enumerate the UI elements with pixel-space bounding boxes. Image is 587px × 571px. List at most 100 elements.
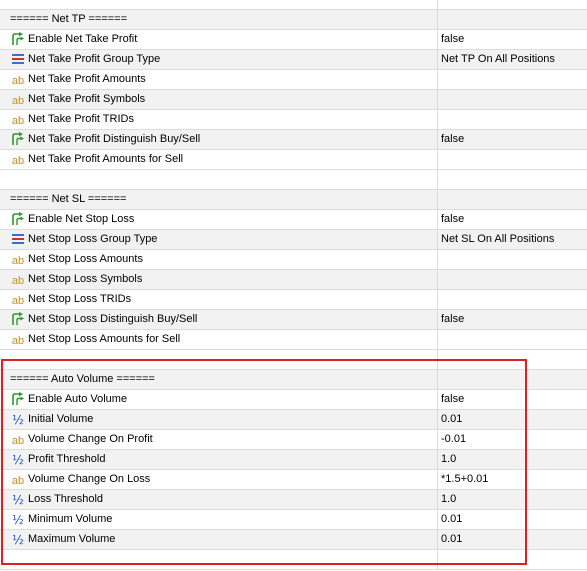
parameter-label: Enable Net Stop Loss	[28, 213, 135, 225]
parameter-value-cell[interactable]: *1.5+0.01	[438, 470, 587, 489]
section-title: ====== Net SL ======	[10, 193, 127, 205]
parameter-value-cell[interactable]: false	[438, 30, 587, 49]
parameter-row[interactable]: ab Net Take Profit Amounts for Sell	[0, 150, 587, 170]
parameter-name-cell: ab Net Stop Loss TRIDs	[0, 290, 438, 309]
parameter-name-cell: ½ Initial Volume	[0, 410, 438, 429]
parameter-row[interactable]: ab Net Stop Loss Symbols	[0, 270, 587, 290]
parameter-row[interactable]: ab Net Take Profit Symbols	[0, 90, 587, 110]
parameter-row[interactable]: Enable Auto Volume false	[0, 390, 587, 410]
parameter-row[interactable]: ½ Initial Volume 0.01	[0, 410, 587, 430]
section-header-row[interactable]: ====== Net TP ======	[0, 10, 587, 30]
string-ab-icon: ab	[11, 274, 25, 287]
section-title: ====== Net TP ======	[10, 13, 128, 25]
parameter-value-cell[interactable]: Net SL On All Positions	[438, 230, 587, 249]
parameter-name-cell: ab Net Take Profit Amounts for Sell	[0, 150, 438, 169]
parameter-value-cell[interactable]	[438, 150, 587, 169]
parameter-row[interactable]: Net Stop Loss Group Type Net SL On All Po…	[0, 230, 587, 250]
string-ab-icon: ab	[11, 294, 25, 307]
toggle-arrow-icon	[10, 211, 26, 226]
parameter-value-cell[interactable]: 0.01	[438, 510, 587, 529]
parameter-row[interactable]: ½ Loss Threshold 1.0	[0, 490, 587, 510]
parameter-row[interactable]: Enable Net Take Profit false	[0, 30, 587, 50]
parameter-label: Volume Change On Loss	[28, 473, 151, 485]
parameter-row[interactable]: ab Net Stop Loss TRIDs	[0, 290, 587, 310]
string-ab-icon: ab	[11, 474, 25, 487]
parameter-row[interactable]: ½ Maximum Volume 0.01	[0, 530, 587, 550]
string-ab-icon: ab	[11, 74, 25, 87]
parameter-value-cell[interactable]: 0.01	[438, 410, 587, 429]
parameter-value-cell[interactable]	[438, 70, 587, 89]
parameter-value-cell[interactable]: 1.0	[438, 490, 587, 509]
parameter-value-cell[interactable]: false	[438, 310, 587, 329]
parameter-value-cell[interactable]: -0.01	[438, 430, 587, 449]
parameter-row[interactable]: Net Take Profit Distinguish Buy/Sell fals…	[0, 130, 587, 150]
parameter-name-cell: Enable Net Take Profit	[0, 30, 438, 49]
parameter-label: Net Take Profit Group Type	[28, 53, 161, 65]
parameter-name-cell: ab Net Take Profit Amounts	[0, 70, 438, 89]
grid-top-spacer	[0, 0, 587, 19]
parameter-name-cell: ab Volume Change On Loss	[0, 470, 438, 489]
string-ab-icon: ab	[11, 434, 25, 447]
parameter-name-cell: Net Take Profit Distinguish Buy/Sell	[0, 130, 438, 149]
parameter-label: Volume Change On Profit	[28, 433, 153, 445]
parameter-label: Net Take Profit Amounts for Sell	[28, 153, 184, 165]
toggle-arrow-icon	[10, 31, 26, 46]
inputs-property-grid: ====== Net TP ====== Enable Net Take Prof…	[0, 0, 587, 570]
parameter-row[interactable]: Net Take Profit Group Type Net TP On All …	[0, 50, 587, 70]
parameter-label: Loss Threshold	[28, 493, 104, 505]
parameter-value-cell[interactable]: false	[438, 210, 587, 229]
parameter-value-cell[interactable]	[438, 110, 587, 129]
toggle-arrow-icon	[10, 131, 26, 146]
parameter-label: Initial Volume	[28, 413, 94, 425]
parameter-name-cell: ab Volume Change On Profit	[0, 430, 438, 449]
parameter-row[interactable]: ab Net Stop Loss Amounts for Sell	[0, 330, 587, 350]
parameter-row[interactable]: Net Stop Loss Distinguish Buy/Sell false	[0, 310, 587, 330]
parameter-name-cell: ½ Minimum Volume	[0, 510, 438, 529]
parameter-name-cell: Net Stop Loss Group Type	[0, 230, 438, 249]
parameter-label: Profit Threshold	[28, 453, 106, 465]
section-spacer-row	[0, 170, 587, 190]
parameter-value-cell[interactable]	[438, 250, 587, 269]
parameter-row[interactable]: ab Net Take Profit TRIDs	[0, 110, 587, 130]
parameter-name-cell: Net Stop Loss Distinguish Buy/Sell	[0, 310, 438, 329]
parameter-row[interactable]: ab Volume Change On Loss *1.5+0.01	[0, 470, 587, 490]
parameter-name-cell: Net Take Profit Group Type	[0, 50, 438, 69]
parameter-label: Net Take Profit Distinguish Buy/Sell	[28, 133, 201, 145]
string-ab-icon: ab	[11, 154, 25, 167]
parameter-value-cell[interactable]	[438, 90, 587, 109]
toggle-arrow-icon	[10, 311, 26, 326]
section-header-row[interactable]: ====== Auto Volume ======	[0, 370, 587, 390]
parameter-label: Net Take Profit TRIDs	[28, 113, 134, 125]
parameter-value-cell[interactable]	[438, 290, 587, 309]
parameter-row[interactable]: ab Net Take Profit Amounts	[0, 70, 587, 90]
parameter-name-cell: ab Net Stop Loss Symbols	[0, 270, 438, 289]
parameter-row[interactable]: Enable Net Stop Loss false	[0, 210, 587, 230]
parameter-value-cell[interactable]	[438, 330, 587, 349]
parameter-name-cell: ab Net Take Profit TRIDs	[0, 110, 438, 129]
parameter-label: Net Stop Loss TRIDs	[28, 293, 132, 305]
parameter-value-cell[interactable]	[438, 270, 587, 289]
grid-rows: ====== Net TP ====== Enable Net Take Prof…	[0, 10, 587, 570]
parameter-value-cell[interactable]: Net TP On All Positions	[438, 50, 587, 69]
parameter-row[interactable]: ½ Minimum Volume 0.01	[0, 510, 587, 530]
parameter-value-cell[interactable]: false	[438, 130, 587, 149]
parameter-label: Maximum Volume	[28, 533, 116, 545]
string-ab-icon: ab	[11, 254, 25, 267]
fraction-half-icon: ½	[12, 452, 24, 467]
fraction-half-icon: ½	[12, 512, 24, 527]
parameter-label: Net Stop Loss Symbols	[28, 273, 143, 285]
parameter-value-cell[interactable]: false	[438, 390, 587, 409]
section-spacer-row	[0, 350, 587, 370]
parameter-label: Minimum Volume	[28, 513, 113, 525]
enum-list-icon	[10, 52, 26, 66]
parameter-label: Enable Net Take Profit	[28, 33, 138, 45]
parameter-row[interactable]: ab Volume Change On Profit -0.01	[0, 430, 587, 450]
parameter-label: Net Stop Loss Amounts	[28, 253, 143, 265]
fraction-half-icon: ½	[12, 412, 24, 427]
parameter-label: Enable Auto Volume	[28, 393, 128, 405]
parameter-value-cell[interactable]: 1.0	[438, 450, 587, 469]
parameter-value-cell[interactable]: 0.01	[438, 530, 587, 549]
section-header-row[interactable]: ====== Net SL ======	[0, 190, 587, 210]
parameter-row[interactable]: ab Net Stop Loss Amounts	[0, 250, 587, 270]
parameter-row[interactable]: ½ Profit Threshold 1.0	[0, 450, 587, 470]
